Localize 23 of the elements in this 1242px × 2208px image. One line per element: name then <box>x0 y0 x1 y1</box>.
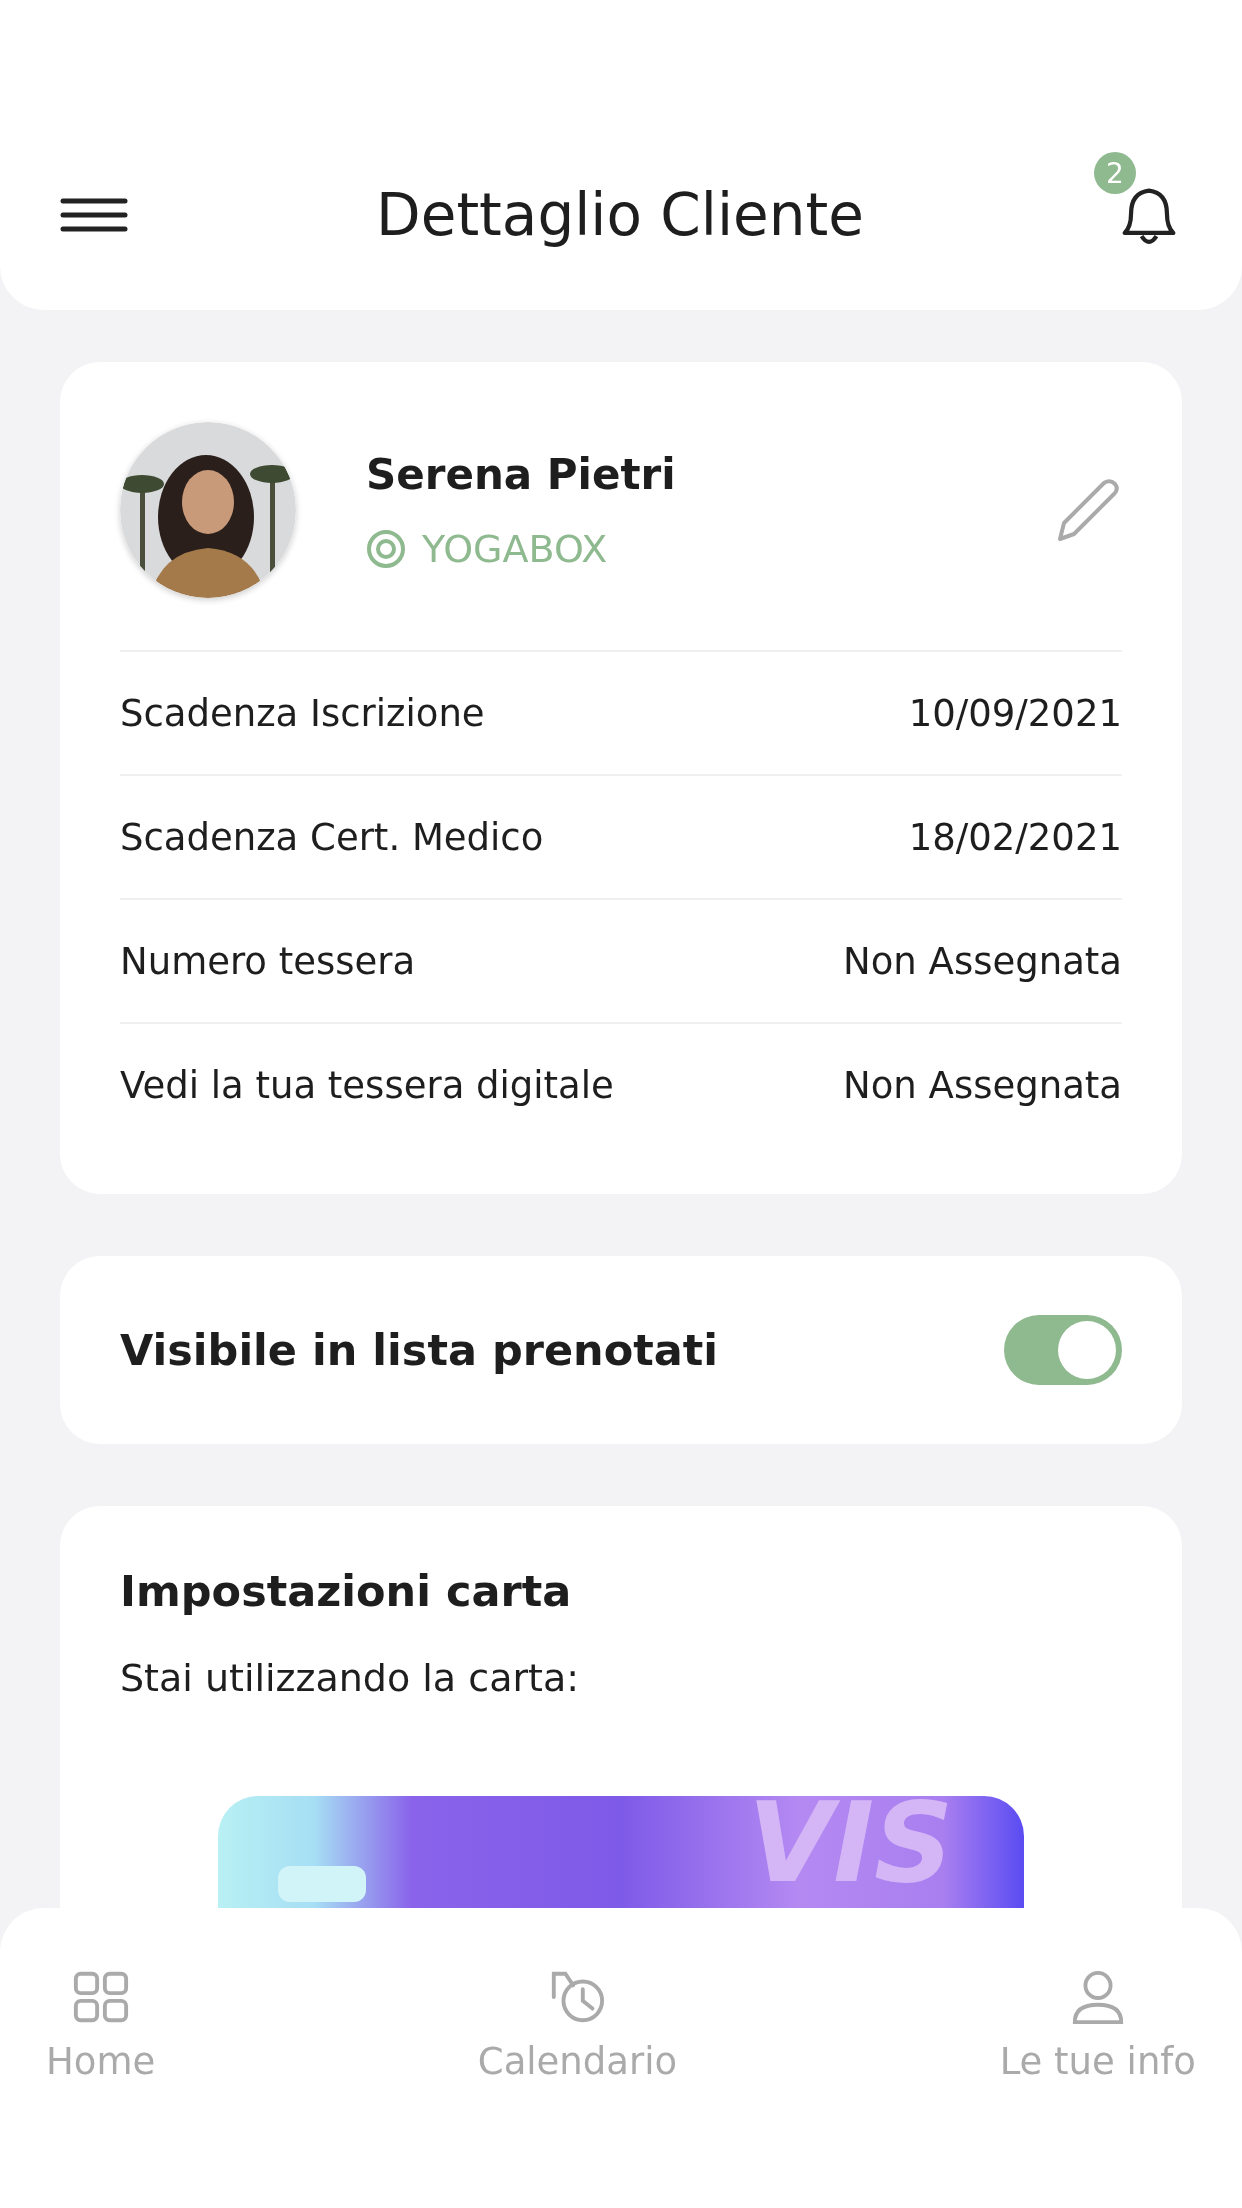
row-value: 10/09/2021 <box>908 691 1122 735</box>
row-value: Non Assegnata <box>843 1063 1122 1107</box>
row-value: 18/02/2021 <box>908 815 1122 859</box>
row-value: Non Assegnata <box>843 939 1122 983</box>
chip-icon <box>278 1866 366 1902</box>
nav-item[interactable]: Home <box>46 1968 156 2083</box>
card-brand: VIS <box>748 1796 954 1898</box>
row-label: Numero tessera <box>120 939 416 983</box>
row-label: Scadenza Iscrizione <box>120 691 485 735</box>
visibility-label: Visibile in lista prenotati <box>120 1325 719 1375</box>
target-icon <box>366 528 406 569</box>
credit-card[interactable]: VIS <box>218 1796 1024 1908</box>
menu-icon[interactable] <box>60 198 128 232</box>
row-label: Scadenza Cert. Medico <box>120 815 544 859</box>
page-title: Dettaglio Cliente <box>376 181 864 249</box>
row-label: Vedi la tua tessera digitale <box>120 1063 614 1107</box>
client-name: Serena Pietri <box>366 449 677 499</box>
gym-name: YOGABOX <box>422 526 608 571</box>
section-title: Impostazioni carta <box>120 1566 573 1616</box>
nav-item[interactable]: Calendario <box>477 1968 678 2083</box>
nav-item[interactable]: Le tue info <box>999 1968 1196 2083</box>
section-subtitle: Stai utilizzando la carta: <box>120 1656 581 1700</box>
notification-badge: 2 <box>1094 152 1136 194</box>
